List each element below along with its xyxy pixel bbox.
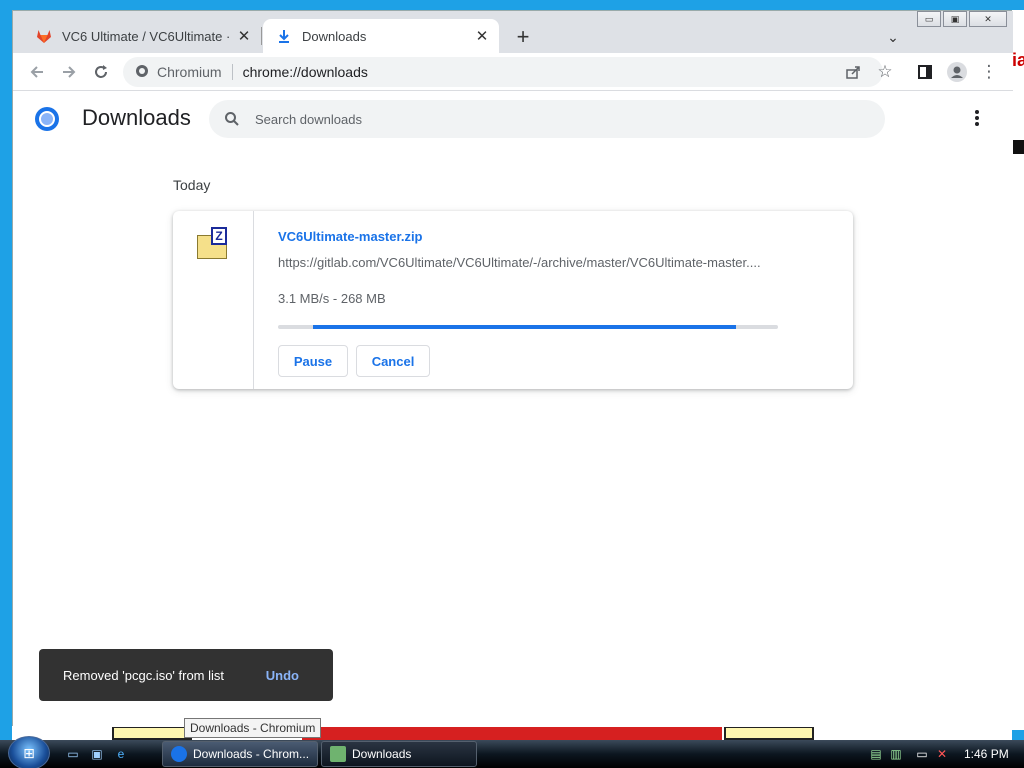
downloads-page: Downloads Search downloads Today Z VC6Ul… [13, 91, 1013, 727]
download-card: Z VC6Ultimate-master.zip https://gitlab.… [173, 211, 853, 389]
desktop-wallpaper-strip [12, 726, 1012, 740]
maximize-button[interactable]: ▣ [943, 11, 967, 27]
folder-taskbar-icon [330, 746, 346, 762]
tab-downloads[interactable]: Downloads ✕ [263, 19, 499, 53]
omnibox-divider [231, 64, 233, 80]
browser-menu-icon[interactable]: ⋮ [977, 61, 1001, 83]
volume-muted-icon[interactable]: ✕ [934, 746, 950, 762]
tab-divider [261, 27, 262, 45]
taskbar-tooltip: Downloads - Chromium [184, 718, 322, 738]
tab-gitlab[interactable]: VC6 Ultimate / VC6Ultimate · Git ✕ [25, 19, 261, 53]
cancel-button[interactable]: Cancel [356, 345, 430, 377]
back-arrow-icon[interactable] [25, 61, 49, 83]
close-tab-icon[interactable]: ✕ [471, 25, 493, 47]
new-tab-button[interactable]: + [511, 24, 535, 49]
profile-icon[interactable] [945, 61, 969, 83]
tab-strip: VC6 Ultimate / VC6Ultimate · Git ✕ Downl… [13, 11, 1013, 53]
taskbar-button-downloads-folder[interactable]: Downloads [321, 741, 477, 767]
file-icon-column: Z [173, 211, 254, 389]
progress-bar [278, 325, 778, 329]
close-tab-icon[interactable]: ✕ [233, 25, 255, 47]
progress-fill [313, 325, 736, 329]
browser-toolbar: Chromium chrome://downloads ☆ ⋮ [13, 53, 1013, 91]
toast-message: Removed 'pcgc.iso' from list [63, 667, 225, 683]
taskbar: ⊞ ▭ ▣ e Downloads - Chrom... Downloads ▤… [0, 736, 1024, 768]
toast-notification: Removed 'pcgc.iso' from list Undo [39, 649, 333, 701]
tab-search-chevron-icon[interactable]: ⌄ [883, 27, 903, 47]
chromium-logo-icon [35, 107, 59, 131]
download-icon [275, 27, 293, 45]
taskbar-clock: 1:46 PM [964, 747, 1009, 761]
file-name-link[interactable]: VC6Ultimate-master.zip [278, 229, 423, 244]
switch-windows-icon[interactable]: ▣ [88, 746, 106, 762]
search-downloads-input[interactable]: Search downloads [209, 100, 885, 138]
show-desktop-icon[interactable]: ▭ [64, 746, 82, 762]
page-header: Downloads Search downloads [13, 91, 1013, 147]
forward-arrow-icon[interactable] [57, 61, 81, 83]
page-title: Downloads [82, 105, 191, 130]
download-status: 3.1 MB/s - 268 MB [278, 291, 386, 306]
taskbar-button-chromium[interactable]: Downloads - Chrom... [162, 741, 318, 767]
search-icon [223, 110, 241, 128]
date-heading: Today [173, 177, 211, 193]
minimize-button[interactable]: ▭ [917, 11, 941, 27]
zip-file-icon: Z [197, 227, 231, 259]
network-status-icon[interactable]: ▥ [888, 746, 904, 762]
omnibox[interactable]: Chromium chrome://downloads [123, 57, 883, 87]
chromium-site-icon [135, 64, 149, 81]
url-text[interactable]: chrome://downloads [243, 64, 368, 80]
tab-title: VC6 Ultimate / VC6Ultimate · Git [62, 28, 233, 44]
tab-title: Downloads [302, 28, 367, 44]
search-placeholder: Search downloads [255, 111, 362, 127]
undo-button[interactable]: Undo [266, 668, 299, 683]
gitlab-icon [35, 27, 53, 45]
share-icon[interactable] [841, 61, 865, 83]
file-url: https://gitlab.com/VC6Ultimate/VC6Ultima… [278, 255, 761, 270]
taskbar-button-label: Downloads [352, 747, 412, 761]
internet-explorer-icon[interactable]: e [112, 746, 130, 762]
reload-icon[interactable] [89, 61, 113, 83]
chromium-taskbar-icon [171, 746, 187, 762]
network-icon[interactable]: ▤ [868, 746, 884, 762]
taskbar-button-label: Downloads - Chrom... [193, 747, 310, 761]
pause-button[interactable]: Pause [278, 345, 348, 377]
close-window-button[interactable]: ✕ [969, 11, 1007, 27]
more-actions-icon[interactable] [967, 107, 987, 129]
display-icon[interactable]: ▭ [914, 746, 930, 762]
browser-window: VC6 Ultimate / VC6Ultimate · Git ✕ Downl… [12, 10, 1013, 727]
start-button[interactable]: ⊞ [8, 736, 50, 768]
site-name: Chromium [157, 64, 222, 80]
side-panel-icon[interactable] [913, 61, 937, 83]
desktop-decoration: ia [1012, 10, 1024, 730]
window-controls: ▭ ▣ ✕ [917, 11, 1009, 29]
star-icon[interactable]: ☆ [873, 61, 897, 83]
